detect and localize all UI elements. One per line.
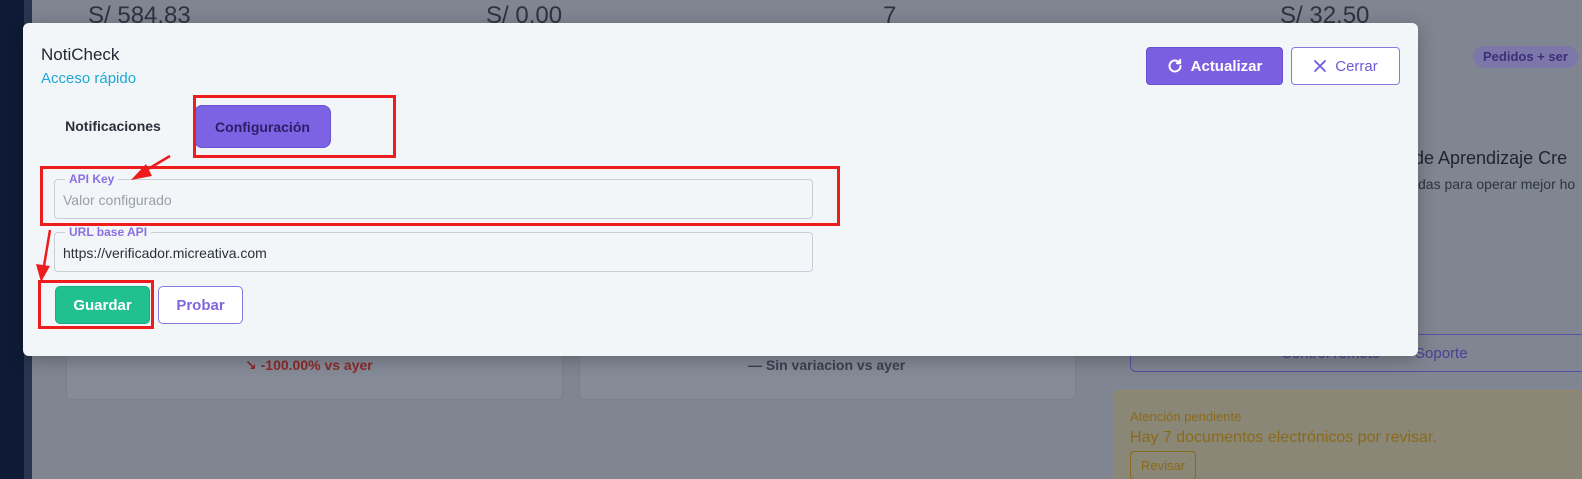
api-key-input[interactable] [63,189,803,211]
close-icon [1313,59,1327,73]
course-subtitle: das para operar mejor ho [1418,176,1576,192]
tab-notifications[interactable]: Notificaciones [43,105,183,147]
close-button[interactable]: Cerrar [1291,47,1400,85]
course-title: de Aprendizaje Cre [1414,148,1568,168]
refresh-icon [1167,58,1183,74]
url-base-field: URL base API [54,225,813,272]
api-key-label: API Key [65,172,119,186]
noticheck-modal: NotiCheck Acceso rápido Actualizar Cerra… [23,23,1418,356]
alert-title: Atención pendiente [1130,409,1242,424]
url-base-label: URL base API [65,225,152,239]
close-label: Cerrar [1335,57,1378,75]
trend-down-label: ↘ -100.00% vs ayer [245,357,373,373]
save-button[interactable]: Guardar [55,286,150,324]
refresh-button[interactable]: Actualizar [1146,47,1283,85]
api-key-field: API Key [54,172,813,219]
test-button[interactable]: Probar [158,286,243,324]
alert-text: Hay 7 documentos electrónicos por revisa… [1130,429,1437,446]
pending-alert: Atención pendiente Hay 7 documentos elec… [1113,390,1582,479]
url-base-input[interactable] [63,242,803,264]
trend-flat-label: — Sin variacion vs ayer [748,357,906,373]
refresh-label: Actualizar [1190,57,1263,75]
review-button[interactable]: Revisar [1130,451,1197,479]
app-sidebar [0,0,24,479]
modal-title: NotiCheck [41,45,120,64]
support-label[interactable]: Soporte [1415,345,1468,362]
tab-configuration[interactable]: Configuración [194,105,331,148]
orders-pill: Pedidos + ser [1473,46,1578,68]
quick-access-link[interactable]: Acceso rápido [41,70,136,87]
